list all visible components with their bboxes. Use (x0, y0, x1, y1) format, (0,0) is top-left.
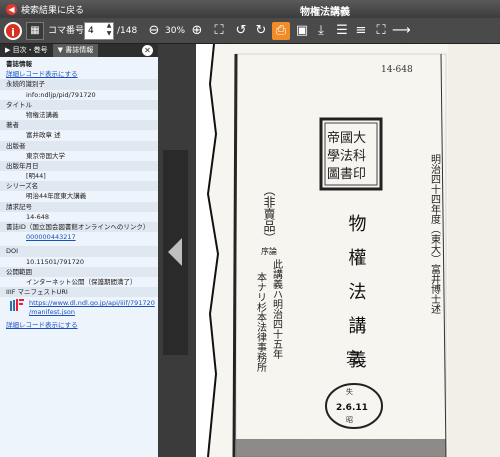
field-value: 明治44年度東大講義 (26, 192, 87, 201)
field-label: タイトル (0, 99, 158, 110)
info-icon[interactable]: i (4, 22, 22, 40)
hibaihin-label: （非賣品） (262, 184, 276, 244)
iiif-logo-icon (10, 299, 24, 312)
svg-text:2.6.11: 2.6.11 (336, 403, 368, 413)
detail-record-link-bottom[interactable]: 詳細レコード表示にする (6, 320, 158, 330)
section-title: 書誌情報 (6, 60, 32, 68)
tab-bibliographic-info[interactable]: ▼ 書誌情報 (52, 44, 99, 57)
svg-text:失: 失 (346, 387, 353, 396)
field-label: シリーズ名 (0, 181, 158, 192)
fullscreen-icon[interactable]: ⛶ (372, 22, 390, 40)
kan-mark: 完 (346, 350, 360, 366)
download-icon[interactable]: ⤓ (312, 22, 330, 40)
next-arrow-icon[interactable]: ⟶ (392, 22, 411, 40)
document-page-image: 14-648 帝國大 學法科 圖書印 （非賣品） 物權法講義 明治四十四年度（東… (196, 44, 500, 457)
rotate-right-icon[interactable]: ↻ (252, 22, 270, 40)
field-value: 富井政章 述 (26, 131, 61, 140)
bookid-label: 書誌ID（国立国会図書館オンラインへのリンク） (0, 222, 158, 233)
back-label: 検索結果に戻る (21, 6, 85, 16)
doi-value: 10.11501/791720 (26, 257, 85, 266)
tab-toc[interactable]: ▶ 目次・巻号 (0, 44, 53, 57)
menu-icon[interactable]: ≡ (352, 22, 370, 40)
field-value: [明44] (26, 172, 46, 181)
koma-stepper[interactable]: ▲ ▼ (104, 22, 114, 40)
iiif-manifest-link[interactable]: https://www.dl.ndl.go.jp/api/iiif/791720 (29, 299, 155, 308)
sidebar-tabs: ▶ 目次・巻号 ▼ 書誌情報 ✕ (0, 44, 158, 57)
field-value: info:ndljp/pid/791720 (26, 90, 96, 99)
intro-heading: 序論 (261, 246, 277, 256)
intro-text-2: 本ナリ杉本法律事務所 (255, 271, 267, 373)
svg-text:圖書印: 圖書印 (327, 167, 366, 182)
koma-total: /148 (117, 26, 138, 36)
top-note: 14-648 (381, 65, 413, 75)
field-label: 請求記号 (0, 201, 158, 212)
rotate-left-icon[interactable]: ↺ (232, 22, 250, 40)
detail-record-link-top[interactable]: 詳細レコード表示にする (6, 69, 158, 79)
author-date-column: 明治四十四年度（東大）富井博士述 (429, 154, 441, 314)
koma-label: コマ番号 (48, 26, 85, 36)
viewer-toolbar: i ▦ コマ番号 4 ▲ ▼ /148 ⊖ 30% ⊕ ⛶ ↺ ↻ ⎙ ▣ ⤓ ☰… (0, 18, 500, 44)
info-sidebar: ▶ 目次・巻号 ▼ 書誌情報 ✕ 書誌情報 詳細レコード表示にする 永続的識別子… (0, 44, 158, 457)
svg-text:學法科: 學法科 (327, 149, 366, 164)
back-arrow-icon: ◀ (6, 4, 17, 15)
title-bar: ◀ 検索結果に戻る 物権法講義 (0, 0, 500, 18)
back-to-results-button[interactable]: ◀ 検索結果に戻る (6, 3, 84, 16)
field-label: 永続的識別子 (0, 79, 158, 90)
field-label: 出版者 (0, 140, 158, 151)
close-sidebar-icon[interactable]: ✕ (142, 45, 153, 56)
field-value: 物権法講義 (26, 110, 59, 119)
bookid-link[interactable]: 000000443217 (6, 232, 158, 242)
save-icon[interactable]: ▣ (293, 22, 311, 40)
document-scan: 14-648 帝國大 學法科 圖書印 （非賣品） 物權法講義 明治四十四年度（東… (196, 44, 500, 457)
intro-text-1: 此講義ハ明治四十五年 (271, 258, 283, 360)
field-label: 出版年月日 (0, 160, 158, 172)
iiif-label: IIIF マニフェストURI (0, 287, 158, 298)
svg-text:昭: 昭 (346, 416, 353, 424)
svg-text:帝國大: 帝國大 (327, 130, 366, 146)
iiif-manifest-link-cont[interactable]: /manifest.json (29, 308, 155, 317)
image-adjust-icon[interactable]: ☰ (333, 22, 351, 40)
zoom-out-icon[interactable]: ⊖ (145, 22, 163, 40)
field-label: 著者 (0, 120, 158, 131)
zoom-in-icon[interactable]: ⊕ (188, 22, 206, 40)
zoom-level: 30% (165, 26, 186, 36)
doi-label: DOI (0, 246, 158, 257)
fit-screen-icon[interactable]: ⛶ (210, 22, 228, 40)
print-icon[interactable]: ⎙ (272, 22, 290, 40)
access-label: 公開範囲 (0, 266, 158, 277)
prev-page-panel[interactable] (163, 150, 188, 355)
page-title: 物権法講義 (300, 7, 350, 18)
field-value: 14-648 (26, 212, 50, 221)
prev-page-arrow-icon (168, 238, 182, 266)
thumbnail-grid-icon[interactable]: ▦ (26, 22, 44, 40)
field-value: 東京帝国大学 (26, 151, 65, 160)
access-value: インターネット公開（保護期間満了） (26, 277, 137, 286)
